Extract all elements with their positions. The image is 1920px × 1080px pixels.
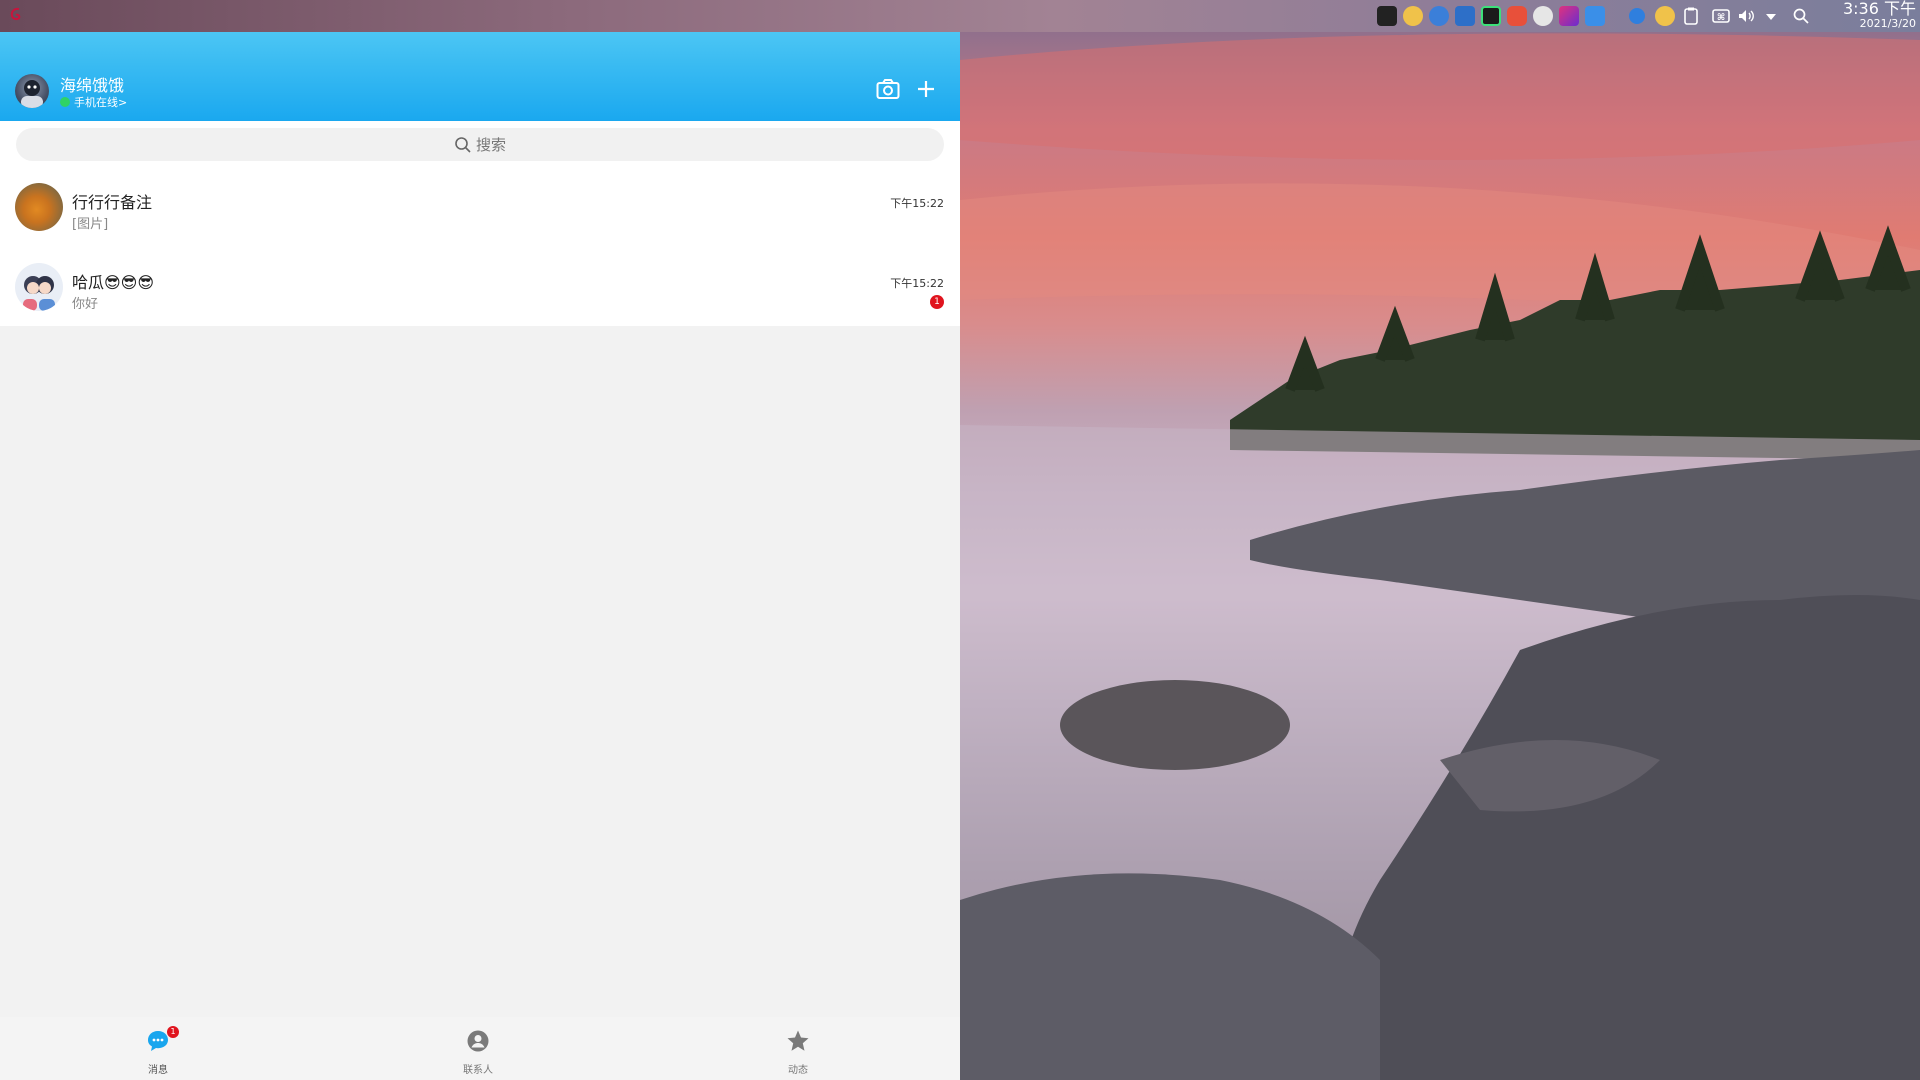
- tab-messages[interactable]: 1 消息: [98, 1017, 218, 1080]
- conversation-item[interactable]: 行行行备注 [图片] 下午15:22: [0, 166, 960, 246]
- pycharm-icon[interactable]: [1481, 6, 1501, 26]
- qq-messenger-window: 海绵饿饿 手机在线> 搜索 行行行备注 [图片] 下午15:22 哈瓜😎😎😎 你…: [0, 32, 960, 1080]
- volume-icon[interactable]: [1736, 6, 1756, 26]
- star-icon: [787, 1030, 809, 1051]
- tab-moments[interactable]: 动态: [738, 1017, 858, 1080]
- search-icon[interactable]: [1791, 6, 1811, 26]
- dropdown-icon[interactable]: [1761, 6, 1781, 26]
- camera-icon[interactable]: [876, 78, 900, 100]
- last-message: [图片]: [72, 217, 109, 232]
- tab-label: 动态: [788, 1065, 808, 1076]
- search-input[interactable]: 搜索: [16, 128, 944, 161]
- ditto-icon[interactable]: [1655, 6, 1675, 26]
- tab-label: 消息: [148, 1065, 168, 1076]
- debian-logo-icon[interactable]: [8, 6, 26, 24]
- unread-badge: 1: [930, 295, 944, 309]
- search-placeholder: 搜索: [475, 136, 506, 154]
- conversation-item[interactable]: 哈瓜😎😎😎 你好 下午15:22 1: [0, 246, 960, 326]
- contact-name: 哈瓜😎😎😎: [72, 273, 155, 292]
- disk-icon[interactable]: [1533, 6, 1553, 26]
- ditto-icon[interactable]: [1403, 6, 1423, 26]
- tab-contacts[interactable]: 联系人: [418, 1017, 538, 1080]
- online-dot-icon: [60, 97, 70, 107]
- last-message: 你好: [72, 297, 99, 312]
- clock[interactable]: 3:36 下午 2021/3/20: [1843, 1, 1916, 31]
- user-avatar[interactable]: [15, 74, 49, 108]
- contact-avatar: [15, 263, 63, 311]
- desktop-wallpaper: [960, 0, 1920, 1080]
- tab-unread-badge: 1: [167, 1026, 179, 1038]
- system-tray: ⌘ 3:36 下午 2021/3/20: [1320, 0, 1920, 32]
- contact-name: 行行行备注: [72, 193, 153, 212]
- terminal-icon[interactable]: [1377, 6, 1397, 26]
- search-icon: [455, 136, 471, 153]
- add-plus-icon[interactable]: [913, 76, 939, 102]
- browser-icon[interactable]: [1429, 6, 1449, 26]
- lake-shore-landscape-image: [960, 33, 1920, 1080]
- clock-time: 3:36 下午: [1842, 0, 1916, 18]
- app-icon[interactable]: [1507, 6, 1527, 26]
- tab-label: 联系人: [463, 1065, 493, 1076]
- message-time: 下午15:22: [890, 197, 944, 210]
- search-bar-area: 搜索: [0, 121, 960, 166]
- bottom-tab-bar: 1 消息 联系人 动态: [0, 1017, 960, 1080]
- message-time: 下午15:22: [890, 277, 944, 290]
- info-icon[interactable]: [1629, 8, 1645, 24]
- online-status[interactable]: 手机在线>: [60, 94, 127, 110]
- contact-avatar: [15, 183, 63, 231]
- user-nickname[interactable]: 海绵饿饿: [60, 72, 124, 96]
- system-top-bar: ⌘ 3:36 下午 2021/3/20: [0, 0, 1920, 32]
- contact-icon: [467, 1030, 489, 1052]
- svg-text:⌘: ⌘: [1717, 13, 1725, 23]
- remote-desktop-icon[interactable]: [1455, 6, 1475, 26]
- keyboard-icon[interactable]: ⌘: [1711, 6, 1731, 26]
- conversation-list: 行行行备注 [图片] 下午15:22 哈瓜😎😎😎 你好 下午15:22 1: [0, 166, 960, 326]
- clock-date: 2021/3/20: [1859, 17, 1916, 30]
- avatar-image: [21, 80, 43, 108]
- app-header: 海绵饿饿 手机在线>: [0, 32, 960, 121]
- online-status-text: 手机在线>: [74, 96, 128, 109]
- clipboard-icon[interactable]: [1681, 6, 1701, 26]
- finder-icon[interactable]: [1585, 6, 1605, 26]
- intellij-icon[interactable]: [1559, 6, 1579, 26]
